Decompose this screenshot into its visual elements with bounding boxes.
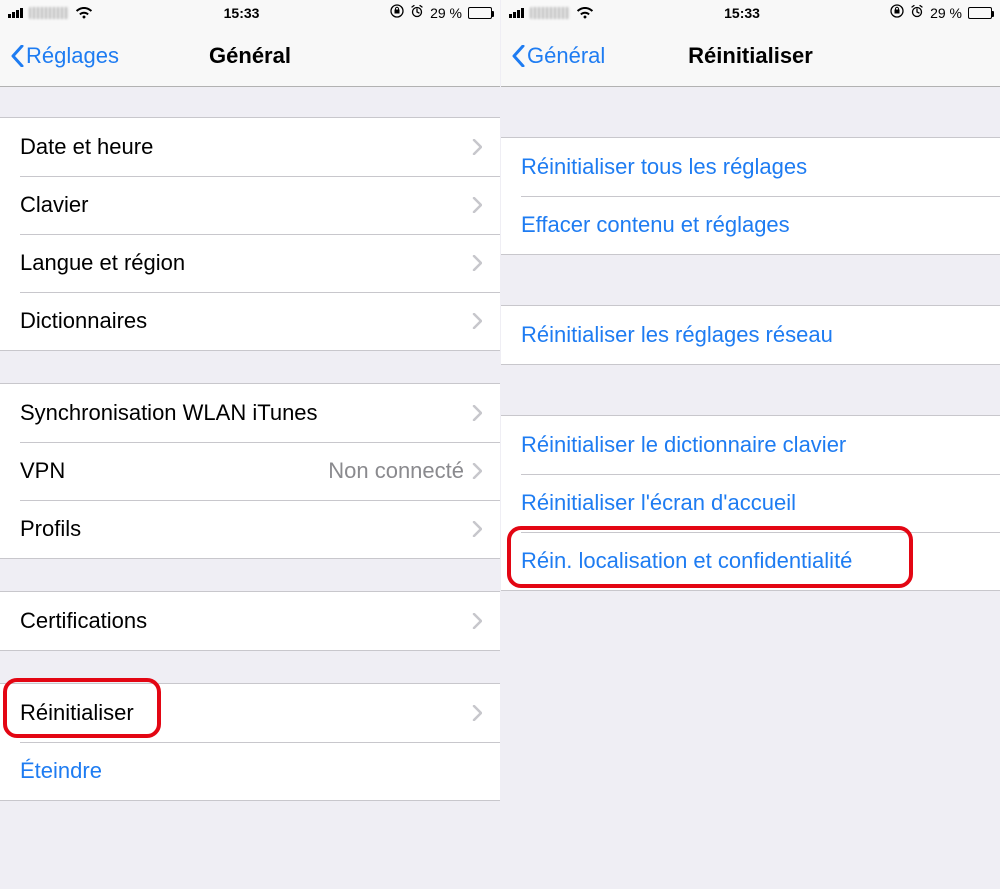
cell-profiles[interactable]: Profils (0, 500, 500, 558)
screen-general: 15:33 29 % Réglages Général Date et heur… (0, 0, 500, 889)
cell-label: Profils (20, 516, 81, 542)
alarm-icon (410, 4, 424, 21)
back-label: Général (527, 43, 605, 69)
cell-label: Éteindre (20, 758, 102, 784)
cell-reset-keyboard-dict[interactable]: Réinitialiser le dictionnaire clavier (501, 416, 1000, 474)
status-bar: 15:33 29 % (501, 0, 1000, 25)
cell-label: Effacer contenu et réglages (521, 212, 790, 238)
cell-itunes-wlan-sync[interactable]: Synchronisation WLAN iTunes (0, 384, 500, 442)
cell-label: Synchronisation WLAN iTunes (20, 400, 318, 426)
cell-label: Date et heure (20, 134, 153, 160)
cell-reset-all-settings[interactable]: Réinitialiser tous les réglages (501, 138, 1000, 196)
chevron-right-icon (472, 139, 482, 155)
chevron-right-icon (472, 521, 482, 537)
cell-dictionaries[interactable]: Dictionnaires (0, 292, 500, 350)
chevron-left-icon (511, 45, 525, 67)
cell-label: VPN (20, 458, 65, 484)
signal-icon (509, 8, 524, 18)
cell-keyboard[interactable]: Clavier (0, 176, 500, 234)
back-button[interactable]: Réglages (10, 43, 119, 69)
cell-language-region[interactable]: Langue et région (0, 234, 500, 292)
cell-label: Langue et région (20, 250, 185, 276)
cell-label: Réin. localisation et confidentialité (521, 548, 852, 574)
cell-label: Réinitialiser tous les réglages (521, 154, 807, 180)
chevron-right-icon (472, 613, 482, 629)
chevron-right-icon (472, 705, 482, 721)
cell-label: Certifications (20, 608, 147, 634)
orientation-lock-icon (390, 4, 404, 21)
signal-icon (8, 8, 23, 18)
cell-vpn[interactable]: VPN Non connecté (0, 442, 500, 500)
cell-reset[interactable]: Réinitialiser (0, 684, 500, 742)
back-button[interactable]: Général (511, 43, 605, 69)
wifi-icon (75, 6, 93, 19)
alarm-icon (910, 4, 924, 21)
battery-percent: 29 % (930, 5, 962, 21)
cell-value: Non connecté (328, 458, 472, 484)
cell-date-time[interactable]: Date et heure (0, 118, 500, 176)
cell-label: Réinitialiser l'écran d'accueil (521, 490, 796, 516)
reset-group: Réinitialiser tous les réglages Effacer … (501, 137, 1000, 255)
cell-label: Clavier (20, 192, 88, 218)
wifi-icon (576, 6, 594, 19)
chevron-right-icon (472, 405, 482, 421)
carrier-blur (530, 7, 570, 19)
status-time: 15:33 (224, 5, 260, 21)
nav-bar: Réglages Général (0, 25, 500, 87)
cell-label: Dictionnaires (20, 308, 147, 334)
carrier-blur (29, 7, 69, 19)
cell-label: Réinitialiser le dictionnaire clavier (521, 432, 846, 458)
cell-certifications[interactable]: Certifications (0, 592, 500, 650)
cell-reset-location-privacy[interactable]: Réin. localisation et confidentialité (501, 532, 1000, 590)
cell-reset-network[interactable]: Réinitialiser les réglages réseau (501, 306, 1000, 364)
battery-icon (468, 7, 492, 19)
cell-shutdown[interactable]: Éteindre (0, 742, 500, 800)
battery-percent: 29 % (430, 5, 462, 21)
chevron-left-icon (10, 45, 24, 67)
screen-reset: 15:33 29 % Général Réinitialiser Réiniti… (500, 0, 1000, 889)
nav-bar: Général Réinitialiser (501, 25, 1000, 87)
cell-erase-all[interactable]: Effacer contenu et réglages (501, 196, 1000, 254)
cell-reset-home-screen[interactable]: Réinitialiser l'écran d'accueil (501, 474, 1000, 532)
status-bar: 15:33 29 % (0, 0, 500, 25)
cell-label: Réinitialiser les réglages réseau (521, 322, 833, 348)
chevron-right-icon (472, 313, 482, 329)
status-time: 15:33 (724, 5, 760, 21)
reset-group: Réinitialiser les réglages réseau (501, 305, 1000, 365)
battery-icon (968, 7, 992, 19)
orientation-lock-icon (890, 4, 904, 21)
back-label: Réglages (26, 43, 119, 69)
cell-label: Réinitialiser (20, 700, 134, 726)
settings-group: Certifications (0, 591, 500, 651)
chevron-right-icon (472, 197, 482, 213)
settings-group: Date et heure Clavier Langue et région D… (0, 117, 500, 351)
chevron-right-icon (472, 463, 482, 479)
reset-group: Réinitialiser le dictionnaire clavier Ré… (501, 415, 1000, 591)
chevron-right-icon (472, 255, 482, 271)
settings-group: Synchronisation WLAN iTunes VPN Non conn… (0, 383, 500, 559)
settings-group: Réinitialiser Éteindre (0, 683, 500, 801)
